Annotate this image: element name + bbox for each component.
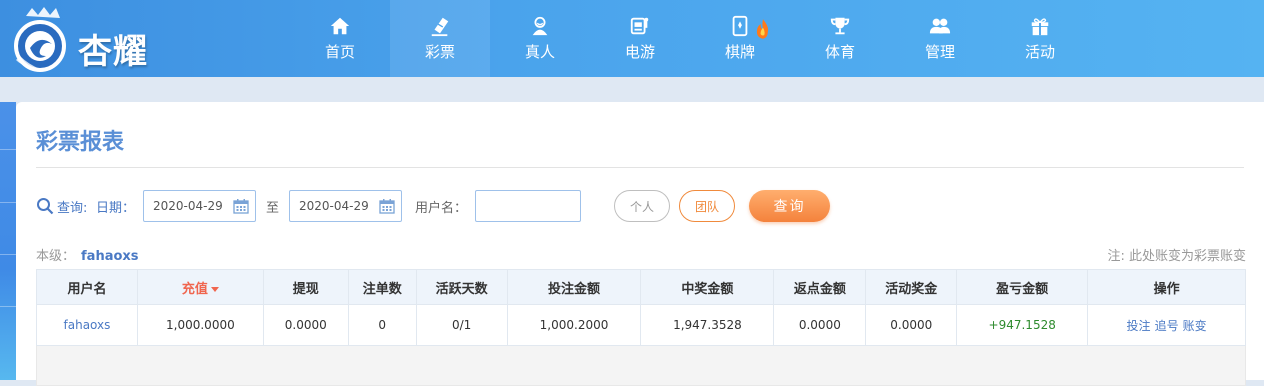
transactions-link[interactable]: 账变 [1183, 319, 1207, 333]
title-divider [36, 167, 1244, 168]
cell-withdraw: 0.0000 [262, 304, 349, 346]
nav-label: 管理 [924, 43, 955, 61]
cell-bet-amount: 1,000.2000 [506, 304, 642, 346]
cell-bonus: 0.0000 [865, 304, 958, 346]
date-from-value: 2020-04-29 [153, 199, 223, 213]
ticket-icon [431, 17, 449, 37]
sidebar-divider [0, 306, 16, 307]
search-icon [37, 198, 54, 215]
top-navigation-bar: 杏耀 首页 彩票 真人 电游 棋牌 体育 管理 活动 [0, 0, 1264, 77]
note-text: 注: 此处账变为彩票账变 [1107, 249, 1246, 264]
trophy-icon [830, 17, 850, 35]
cell-orders: 0 [347, 304, 417, 346]
username-label: 用户名： [415, 201, 468, 216]
bet-link[interactable]: 投注 [1127, 319, 1151, 333]
col-header-rebate: 返点金额 [773, 269, 867, 305]
cell-profit: +947.1528 [956, 304, 1089, 346]
sidebar-divider [0, 202, 16, 203]
date-to-input[interactable]: 2020-04-29 [289, 190, 402, 222]
cards-icon [732, 15, 748, 37]
nav-label: 棋牌 [724, 43, 755, 61]
report-panel: 彩票报表 查询: 日期： 2020-04-29 至 2020-04-29 用户名… [16, 102, 1264, 386]
level-label: 本级： [36, 249, 76, 264]
col-header-deposit-label: 充值 [181, 281, 208, 297]
personal-button[interactable]: 个人 [614, 190, 670, 222]
cell-active-days: 0/1 [415, 304, 508, 346]
nav-item-lottery[interactable]: 彩票 [390, 0, 490, 77]
sidebar-divider [0, 254, 16, 255]
nav-label: 活动 [1024, 43, 1055, 61]
nav-label: 电游 [624, 43, 655, 61]
col-header-withdraw: 提现 [262, 269, 349, 305]
cell-win-amount: 1,947.3528 [640, 304, 775, 346]
nav-item-home[interactable]: 首页 [290, 0, 390, 77]
chase-link[interactable]: 追号 [1155, 319, 1179, 333]
col-header-active-days: 活跃天数 [415, 269, 508, 305]
level-info: 本级： fahaoxs [36, 245, 139, 264]
col-header-win-amount: 中奖金额 [640, 269, 775, 305]
users-icon [929, 18, 951, 34]
col-header-username: 用户名 [36, 269, 138, 305]
date-to-value: 2020-04-29 [299, 199, 369, 213]
sort-down-icon [210, 286, 219, 292]
col-header-orders: 注单数 [347, 269, 417, 305]
crown-globe-logo-icon [14, 7, 66, 72]
nav-item-live[interactable]: 真人 [490, 0, 590, 77]
table-header-row: 用户名 充值 提现 注单数 活跃天数 投注金额 中奖金额 返点金额 活动奖金 盈… [36, 269, 1246, 305]
calendar-icon[interactable] [379, 198, 395, 214]
brand-name: 杏耀 [78, 32, 148, 72]
report-table: 用户名 充值 提现 注单数 活跃天数 投注金额 中奖金额 返点金额 活动奖金 盈… [36, 269, 1246, 386]
level-username[interactable]: fahaoxs [81, 249, 139, 264]
main-nav: 首页 彩票 真人 电游 棋牌 体育 管理 活动 [290, 0, 1090, 77]
cell-username[interactable]: fahaoxs [36, 304, 138, 346]
col-header-profit: 盈亏金额 [956, 269, 1089, 305]
nav-item-slots[interactable]: 电游 [590, 0, 690, 77]
nav-label: 首页 [324, 43, 355, 61]
nav-item-events[interactable]: 活动 [990, 0, 1090, 77]
nav-item-sports[interactable]: 体育 [790, 0, 890, 77]
team-button[interactable]: 团队 [679, 190, 735, 222]
nav-item-cards[interactable]: 棋牌 [690, 0, 790, 77]
search-button[interactable]: 查询 [749, 190, 830, 222]
page-title: 彩票报表 [36, 130, 125, 155]
nav-label: 彩票 [424, 43, 455, 61]
brand-logo[interactable]: 杏耀 [10, 6, 160, 72]
query-label: 查询: [57, 201, 88, 216]
to-label: 至 [266, 201, 280, 216]
nav-label: 真人 [524, 43, 555, 61]
cell-ops: 投注 追号 账变 [1087, 304, 1246, 346]
col-header-bet-amount: 投注金额 [506, 269, 642, 305]
nav-item-manage[interactable]: 管理 [890, 0, 990, 77]
col-header-bonus: 活动奖金 [865, 269, 958, 305]
date-from-input[interactable]: 2020-04-29 [143, 190, 256, 222]
cell-rebate: 0.0000 [773, 304, 867, 346]
calendar-icon[interactable] [233, 198, 249, 214]
query-bar: 查询: 日期： 2020-04-29 至 2020-04-29 用户名： 个人 … [36, 190, 936, 222]
username-input[interactable] [475, 190, 581, 222]
table-row: fahaoxs 1,000.0000 0.0000 0 0/1 1,000.20… [36, 304, 1246, 346]
slot-machine-icon [630, 17, 649, 35]
hot-flame-icon [756, 19, 769, 39]
sidebar-divider [0, 149, 16, 150]
date-label: 日期： [96, 201, 136, 216]
col-header-deposit[interactable]: 充值 [136, 269, 264, 305]
gift-icon [1031, 18, 1049, 36]
home-icon [330, 17, 350, 35]
dealer-icon [532, 16, 548, 36]
cell-deposit: 1,000.0000 [136, 304, 264, 346]
nav-label: 体育 [824, 43, 855, 61]
col-header-ops: 操作 [1087, 269, 1246, 305]
sidebar-strip[interactable] [0, 102, 16, 380]
